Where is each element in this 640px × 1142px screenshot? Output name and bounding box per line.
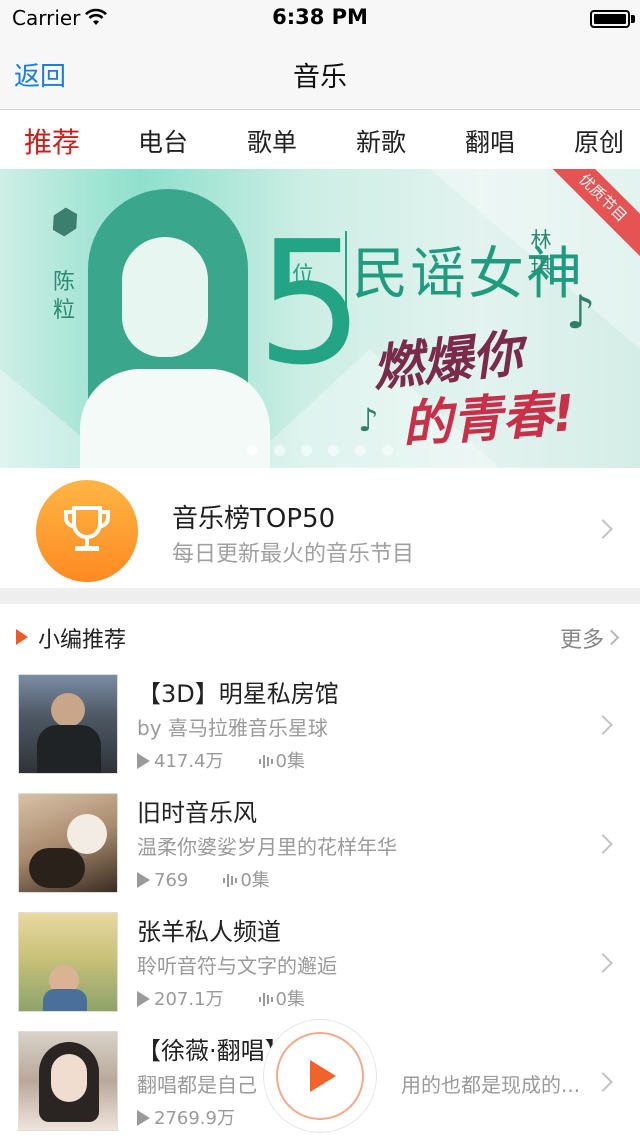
banner-divider [345,231,347,327]
album-cover [18,674,118,774]
top50-title: 音乐榜TOP50 [172,504,336,534]
player-play-button[interactable] [264,1020,376,1132]
banner-side-name: 林琪 [530,228,552,278]
carousel-dots[interactable] [0,445,640,456]
item-subtitle: 温柔你婆娑岁月里的花样年华 [137,835,397,859]
tab-covers[interactable]: 翻唱 [465,123,515,159]
banner-number: 5 [256,205,365,403]
audio-wave-icon [258,993,273,1006]
chevron-right-icon [593,953,613,973]
chevron-right-icon [593,1072,613,1092]
play-count-icon [137,872,150,888]
item-subtitle-start: 翻唱都是自己 [137,1073,257,1097]
list-item[interactable]: 旧时音乐风 温柔你婆娑岁月里的花样年华 769 0集 [0,785,640,904]
play-count: 769 [154,870,189,891]
episode-count: 0集 [275,989,305,1010]
play-count: 207.1万 [154,989,224,1010]
audio-wave-icon [223,874,238,887]
section-title: 小编推荐 [38,628,127,653]
carousel-dot[interactable] [355,445,366,456]
tab-radio[interactable]: 电台 [138,123,188,159]
status-bar: Carrier 6:38 PM [0,0,640,40]
album-cover [18,1031,118,1131]
tab-original[interactable]: 原创 [574,123,624,159]
artist-name: 陈粒 [52,270,75,323]
item-subtitle: 聆听音符与文字的邂逅 [137,954,337,978]
play-count-icon [137,753,150,769]
carousel-dot[interactable] [382,445,393,456]
item-subtitle: by 喜马拉雅音乐星球 [137,716,328,740]
trophy-icon [36,480,138,582]
clock: 6:38 PM [272,5,368,29]
carousel-dot[interactable] [274,445,285,456]
top50-subtitle: 每日更新最火的音乐节目 [172,542,415,567]
list-item[interactable]: 【3D】明星私房馆 by 喜马拉雅音乐星球 417.4万 0集 [0,666,640,785]
list-item[interactable]: 张羊私人频道 聆听音符与文字的邂逅 207.1万 0集 [0,904,640,1023]
episode-count: 0集 [275,751,305,772]
chevron-right-icon [593,834,613,854]
item-title: 【3D】明星私房馆 [137,680,339,708]
tab-new-songs[interactable]: 新歌 [356,123,406,159]
item-title: 旧时音乐风 [137,799,257,827]
carousel-dot[interactable] [328,445,339,456]
music-note-icon: ♪ [358,401,379,439]
album-cover [18,793,118,893]
battery-tip [631,15,635,23]
carousel-dot[interactable] [301,445,312,456]
hexagon-decor [47,204,83,240]
play-count: 2769.9万 [154,1108,235,1129]
audio-wave-icon [258,755,273,768]
item-title: 张羊私人频道 [137,918,281,946]
item-meta: 207.1万 0集 [137,985,305,1011]
battery-icon [590,10,630,28]
page-title: 音乐 [293,62,347,93]
music-note-icon: ♪ [566,285,596,339]
chevron-right-icon [593,715,613,735]
more-link[interactable]: 更多 [560,622,604,654]
section-divider [0,588,640,604]
item-subtitle-tail: 用的也都是现成的... [401,1073,581,1097]
play-count-icon [137,991,150,1007]
album-cover [18,912,118,1012]
banner-unit: 位 [292,263,315,288]
play-count-icon [137,1110,150,1126]
artist-portrait-face [122,237,208,357]
top50-chart-row[interactable]: 音乐榜TOP50 每日更新最火的音乐节目 [0,468,640,588]
item-meta: 417.4万 0集 [137,747,305,773]
tab-recommend[interactable]: 推荐 [24,121,80,161]
episode-count: 0集 [240,870,270,891]
chevron-right-icon [593,519,613,539]
play-icon [310,1060,336,1092]
play-count: 417.4万 [154,751,224,772]
item-meta: 769 0集 [137,866,270,892]
tab-playlist[interactable]: 歌单 [247,123,297,159]
navigation-bar: 返回 音乐 [0,40,640,110]
play-triangle-icon [16,629,28,645]
category-tabs: 推荐 电台 歌单 新歌 翻唱 原创 [0,111,640,169]
carousel-dot[interactable] [247,445,258,456]
chevron-right-icon [603,629,620,646]
banner-carousel[interactable]: 陈粒 5 位 民谣女神 林琪 燃爆你 的青春! ♪ ♪ 优质节目 [0,169,640,468]
section-header: 小编推荐 更多 [0,604,640,666]
item-meta: 2769.9万 [137,1104,235,1130]
